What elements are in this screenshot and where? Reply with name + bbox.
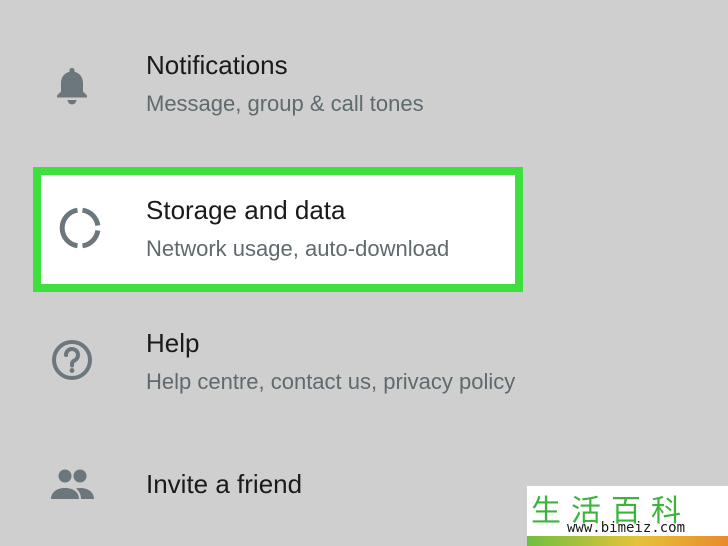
data-usage-icon — [56, 204, 104, 252]
settings-item-subtitle: Help centre, contact us, privacy policy — [146, 369, 516, 394]
settings-item-title: Notifications — [146, 50, 288, 80]
settings-item-subtitle: Network usage, auto-download — [146, 236, 450, 261]
settings-item-subtitle: Message, group & call tones — [146, 91, 424, 116]
help-circle-icon — [48, 336, 96, 384]
bell-icon — [48, 60, 96, 108]
settings-item-title: Invite a friend — [146, 469, 303, 499]
settings-item-title: Storage and data — [146, 195, 346, 225]
settings-item-notifications[interactable]: Notifications Message, group & call tone… — [0, 40, 728, 140]
watermark-band — [527, 536, 728, 546]
watermark-logo: 生活百科 www.bimeiz.com — [527, 486, 728, 546]
watermark-url: www.bimeiz.com — [567, 520, 686, 536]
settings-item-help[interactable]: Help Help centre, contact us, privacy po… — [0, 318, 728, 418]
settings-item-storage[interactable]: Storage and data Network usage, auto-dow… — [33, 167, 523, 292]
settings-item-title: Help — [146, 328, 200, 358]
people-icon — [48, 461, 96, 509]
